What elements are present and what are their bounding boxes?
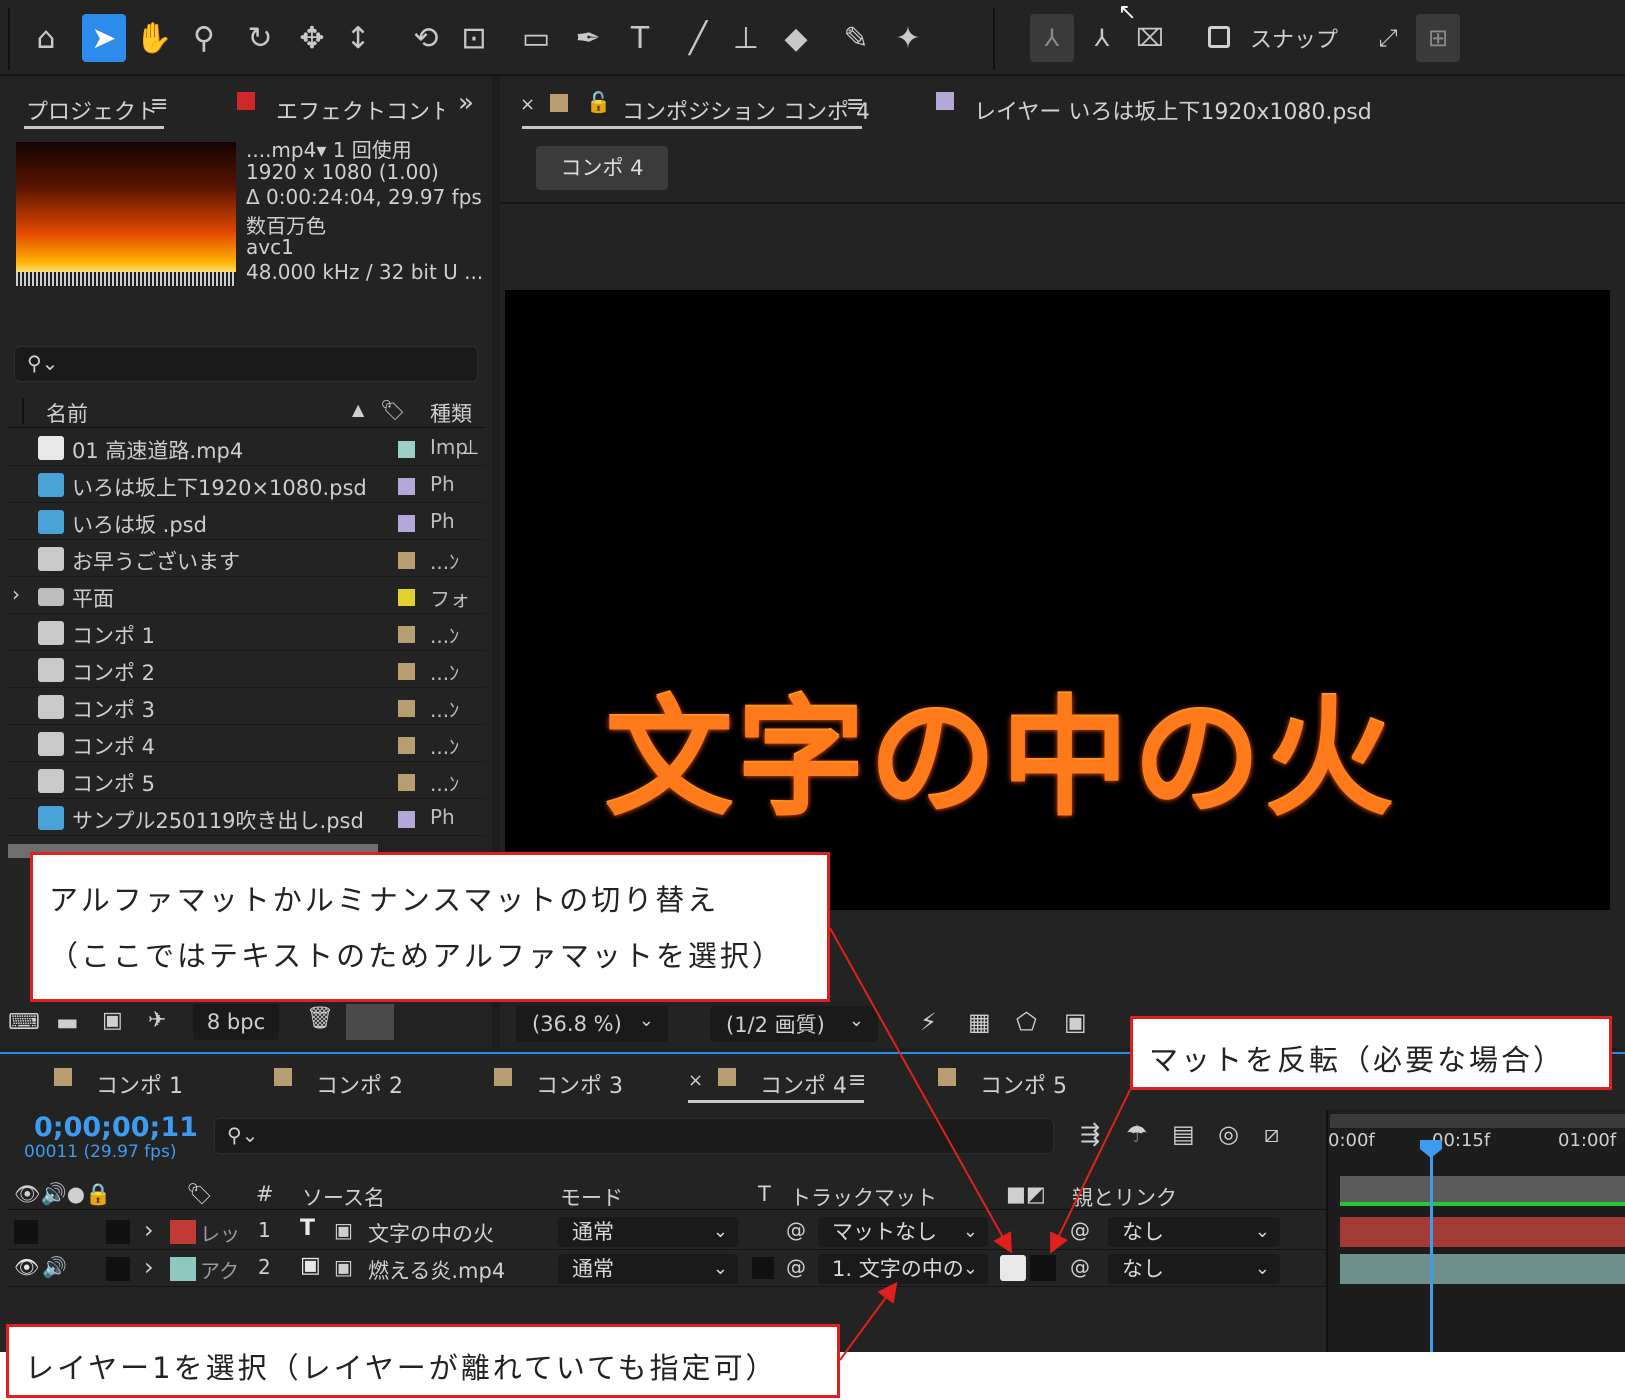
callout-matte-type-line2: （ここではテキストのためアルファマットを選択） [49,939,784,973]
callout-select-layer-text: レイヤー1を選択（レイヤーが離れていても指定可） [25,1351,778,1385]
arrow-to-invert-matte [1050,1089,1131,1254]
callout-invert-matte-text: マットを反転（必要な場合） [1149,1043,1566,1077]
callout-select-layer: レイヤー1を選択（レイヤーが離れていても指定可） [6,1324,840,1398]
callout-invert-matte: マットを反転（必要な場合） [1130,1016,1612,1090]
callout-matte-type: アルファマットかルミナンスマットの切り替え （ここではテキストのためアルファマッ… [30,852,830,1002]
callout-matte-type-line1: アルファマットかルミナンスマットの切り替え [49,883,720,917]
annotation-arrows [829,927,1131,1361]
arrow-to-alpha-switch [829,927,1012,1254]
arrow-to-matte-select [839,1281,898,1361]
